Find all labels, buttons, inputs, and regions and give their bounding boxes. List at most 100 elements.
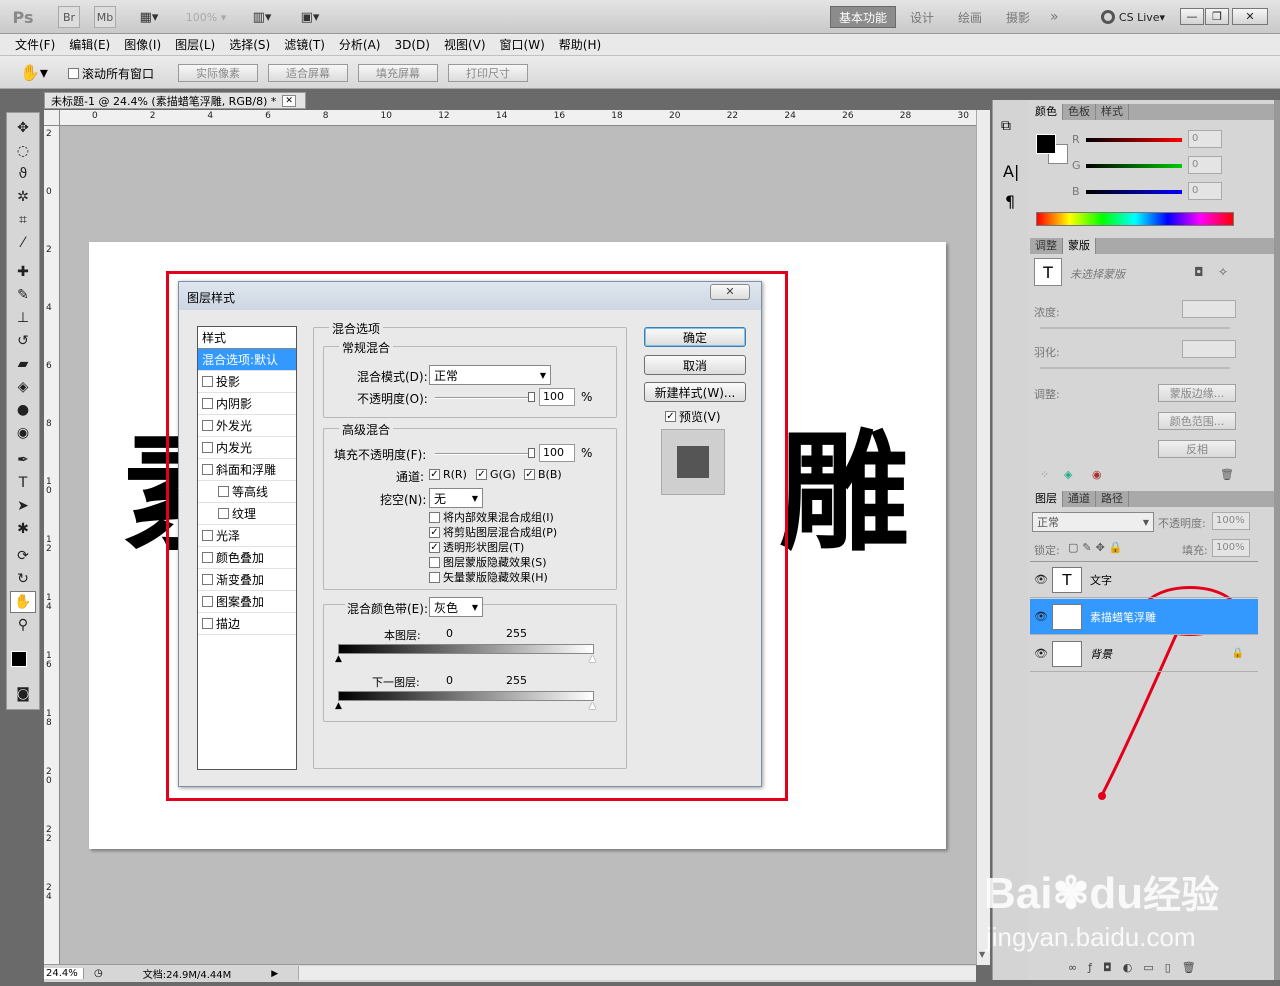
style-checkbox[interactable] (202, 464, 213, 475)
3d-rotate-icon[interactable]: ⟳ (10, 545, 36, 567)
menu-analysis[interactable]: 分析(A) (332, 36, 388, 53)
path-selection-icon[interactable]: ➤ (10, 495, 36, 517)
move-tool-icon[interactable]: ✥ (10, 117, 36, 139)
density-input[interactable] (1182, 300, 1236, 318)
status-zoom[interactable]: 24.4% (44, 968, 84, 979)
foreground-color-swatch[interactable] (11, 651, 27, 667)
advanced-option-0[interactable]: 将内部效果混合成组(I) (429, 509, 554, 525)
this-layer-black-slider-icon[interactable]: ▲ (335, 654, 342, 664)
close-window-button[interactable]: ✕ (1232, 8, 1268, 25)
this-layer-white-slider-icon[interactable]: ▲ (589, 654, 596, 664)
layer-row[interactable]: 👁 T 素描蜡笔浮雕 (1030, 599, 1258, 635)
this-layer-gradient[interactable] (338, 644, 594, 654)
dialog-close-button[interactable]: ✕ (710, 284, 750, 300)
menu-help[interactable]: 帮助(H) (552, 36, 608, 53)
menu-filter[interactable]: 滤镜(T) (277, 36, 332, 53)
workspace-painting[interactable]: 绘画 (950, 6, 990, 28)
view-extras-icon[interactable]: ▦▾ (132, 6, 166, 28)
screen-mode-icon[interactable]: ▣▾ (292, 6, 328, 28)
style-checkbox[interactable] (202, 574, 213, 585)
underlying-layer-gradient[interactable] (338, 691, 594, 701)
tab-masks[interactable]: 蒙版 (1063, 238, 1096, 254)
style-checkbox[interactable] (218, 486, 229, 497)
feather-slider[interactable] (1040, 367, 1230, 369)
vertical-scrollbar[interactable]: ▼ (976, 110, 990, 965)
fill-screen-button[interactable]: 填充屏幕 (358, 64, 438, 82)
knockout-select[interactable]: 无 ▼ (429, 488, 483, 508)
blend-if-select[interactable]: 灰色 ▼ (429, 597, 483, 617)
style-checkbox[interactable] (202, 442, 213, 453)
style-item-0[interactable]: 混合选项:默认 (198, 349, 296, 371)
bridge-button[interactable]: Br (58, 6, 80, 28)
crop-tool-icon[interactable]: ⌗ (10, 209, 36, 231)
tab-color[interactable]: 颜色 (1030, 104, 1063, 120)
character-panel-icon[interactable]: A| (1003, 162, 1019, 181)
dodge-tool-icon[interactable]: ◉ (10, 422, 36, 444)
tab-channels[interactable]: 通道 (1063, 491, 1096, 507)
menu-layer[interactable]: 图层(L) (168, 36, 222, 53)
delete-mask-icon[interactable]: 🗑 (1220, 468, 1234, 481)
load-selection-icon[interactable]: ⁘ (1040, 468, 1049, 481)
tab-paths[interactable]: 路径 (1096, 491, 1129, 507)
r-slider[interactable] (1086, 138, 1182, 142)
style-item-2[interactable]: 内阴影 (198, 393, 296, 415)
visibility-eye-icon[interactable]: 👁 (1030, 573, 1052, 586)
shape-tool-icon[interactable]: ✱ (10, 518, 36, 540)
layer-row[interactable]: 👁 背景 🔒 (1030, 636, 1258, 672)
lock-icons[interactable]: ▢✎✥🔒 (1068, 541, 1127, 554)
opacity-slider-thumb[interactable] (528, 392, 535, 402)
marquee-tool-icon[interactable]: ◌ (10, 140, 36, 162)
style-item-3[interactable]: 外发光 (198, 415, 296, 437)
layer-opacity-input[interactable]: 100% (1212, 512, 1250, 530)
zoom-tool-icon[interactable]: ⚲ (10, 614, 36, 636)
color-spectrum-bar[interactable] (1036, 212, 1234, 226)
color-panel-foreground[interactable] (1036, 134, 1056, 154)
document-tab[interactable]: 未标题-1 @ 24.4% (素描蜡笔浮雕, RGB/8) * ✕ (44, 92, 306, 109)
style-checkbox[interactable] (202, 596, 213, 607)
quick-mask-icon[interactable]: ◙ (10, 683, 36, 705)
minimize-button[interactable]: — (1180, 8, 1204, 25)
type-tool-icon[interactable]: T (10, 472, 36, 494)
tab-layers[interactable]: 图层 (1030, 491, 1063, 507)
g-input[interactable]: 0 (1188, 156, 1222, 174)
workspace-design[interactable]: 设计 (902, 6, 942, 28)
density-slider[interactable] (1040, 327, 1230, 329)
opacity-input[interactable]: 100 (539, 388, 575, 406)
channel-g-checkbox[interactable]: ✓ G(G) (476, 468, 516, 481)
layer-blend-mode-select[interactable]: 正常 ▼ (1032, 512, 1154, 532)
fit-screen-button[interactable]: 适合屏幕 (268, 64, 348, 82)
layer-name[interactable]: 背景 (1090, 646, 1112, 662)
history-panel-icon[interactable]: ⧉ (1001, 118, 1011, 134)
history-brush-icon[interactable]: ↺ (10, 330, 36, 352)
visibility-eye-icon[interactable]: 👁 (1030, 647, 1052, 660)
disable-mask-icon[interactable]: ◉ (1092, 468, 1102, 481)
healing-brush-icon[interactable]: ✚ (10, 261, 36, 283)
style-checkbox[interactable] (202, 618, 213, 629)
tab-swatches[interactable]: 色板 (1063, 104, 1096, 120)
blur-tool-icon[interactable]: ● (10, 399, 36, 421)
r-input[interactable]: 0 (1188, 130, 1222, 148)
style-item-4[interactable]: 内发光 (198, 437, 296, 459)
style-checkbox[interactable] (202, 552, 213, 563)
preview-checkbox[interactable]: ✓ 预览(V) (665, 408, 721, 425)
feather-input[interactable] (1182, 340, 1236, 358)
hand-tool-icon[interactable]: ✋ (10, 591, 36, 613)
arrange-documents-icon[interactable]: ▥▾ (244, 6, 280, 28)
vector-mask-icon[interactable]: ✧ (1218, 265, 1228, 279)
b-slider[interactable] (1086, 190, 1182, 194)
status-menu-arrow-icon[interactable]: ▶ (271, 969, 278, 979)
menu-file[interactable]: 文件(F) (8, 36, 62, 53)
visibility-eye-icon[interactable]: 👁 (1030, 610, 1052, 623)
lasso-tool-icon[interactable]: ϑ (10, 163, 36, 185)
eyedropper-icon[interactable]: ⁄ (10, 232, 36, 254)
pen-tool-icon[interactable]: ✒ (10, 449, 36, 471)
ruler-origin[interactable] (44, 110, 60, 126)
ok-button[interactable]: 确定 (644, 327, 746, 347)
brush-tool-icon[interactable]: ✎ (10, 284, 36, 306)
style-item-6[interactable]: 等高线 (198, 481, 296, 503)
style-checkbox[interactable] (202, 398, 213, 409)
pixel-mask-icon[interactable]: ◘ (1194, 265, 1204, 279)
style-checkbox[interactable] (202, 420, 213, 431)
style-checkbox[interactable] (202, 376, 213, 387)
magic-wand-icon[interactable]: ✲ (10, 186, 36, 208)
